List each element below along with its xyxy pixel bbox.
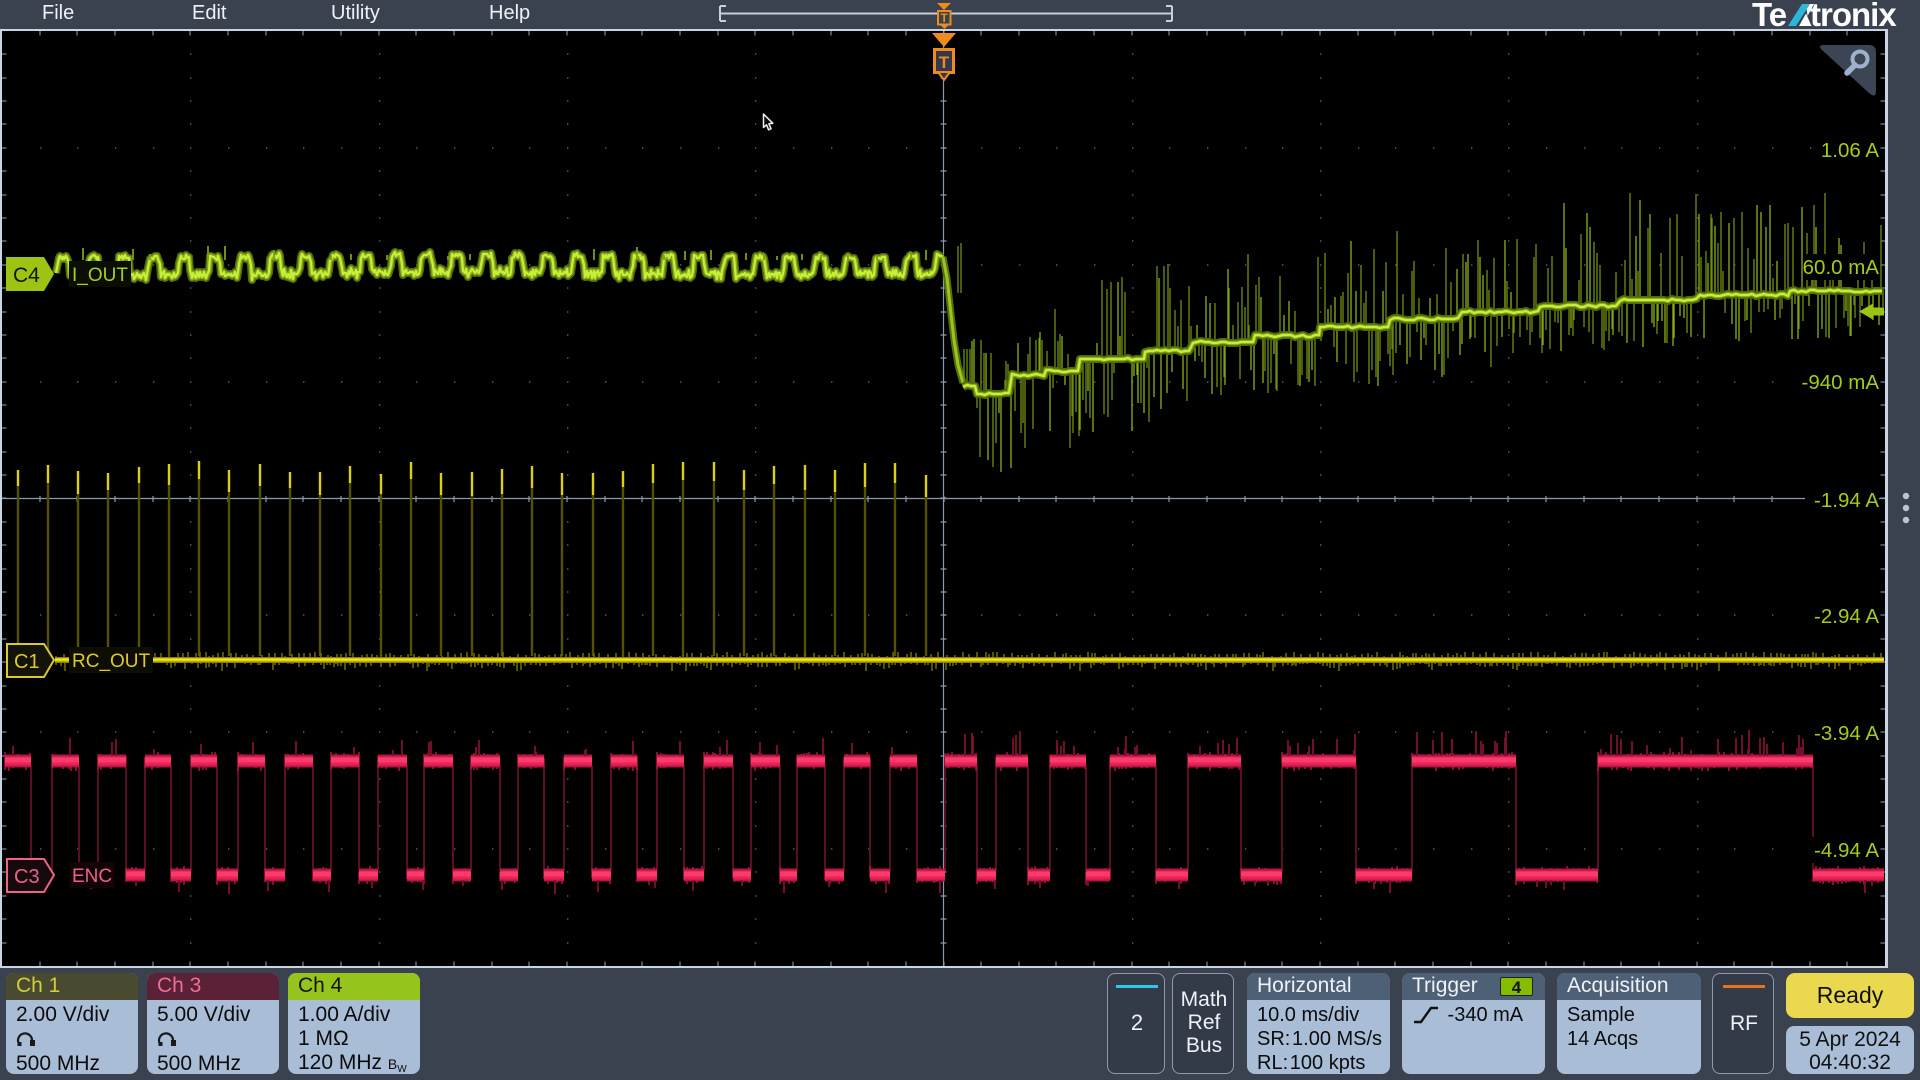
svg-text:C4: C4 — [13, 264, 40, 287]
svg-text:I_OUT: I_OUT — [72, 265, 128, 286]
svg-text:C1: C1 — [14, 651, 40, 673]
svg-text:60.0 mA: 60.0 mA — [1803, 256, 1880, 279]
svg-text:C3: C3 — [14, 866, 40, 888]
svg-text:1.06 A: 1.06 A — [1821, 139, 1879, 162]
svg-text:-940 mA: -940 mA — [1802, 371, 1880, 394]
svg-text:-1.94 A: -1.94 A — [1814, 489, 1879, 512]
svg-text:-4.94 A: -4.94 A — [1814, 839, 1879, 862]
svg-text:-3.94 A: -3.94 A — [1814, 722, 1879, 745]
svg-text:ENC: ENC — [72, 866, 112, 887]
svg-text:T: T — [939, 53, 950, 72]
svg-text:RC_OUT: RC_OUT — [72, 651, 151, 672]
svg-text:-2.94 A: -2.94 A — [1814, 605, 1879, 628]
